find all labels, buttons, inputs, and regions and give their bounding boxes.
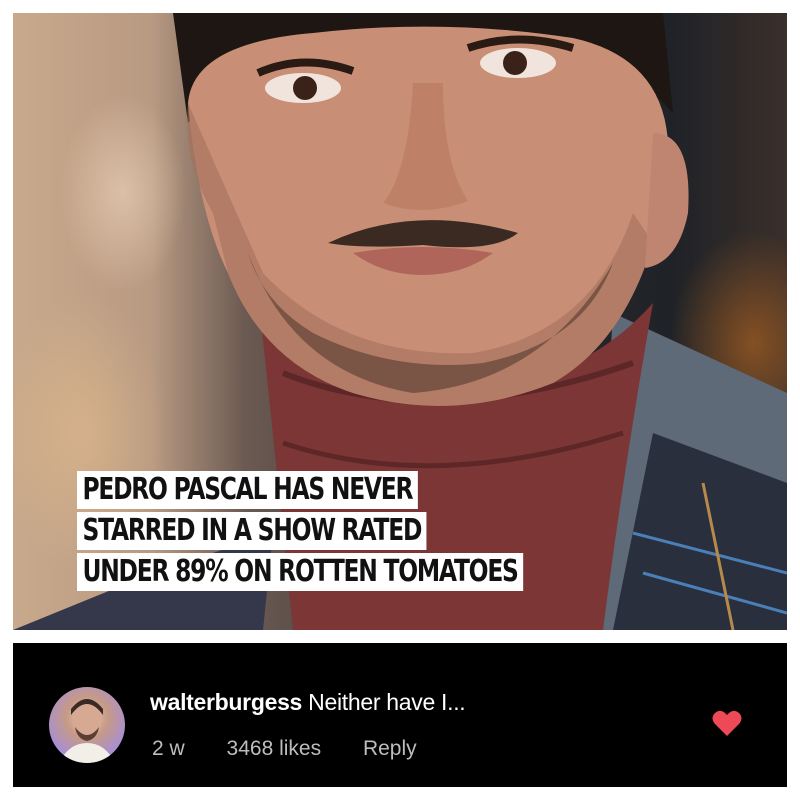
reply-button[interactable]: Reply	[363, 737, 417, 760]
headline: PEDRO PASCAL HAS NEVER STARRED IN A SHOW…	[77, 471, 677, 594]
headline-line: UNDER 89% ON ROTTEN TOMATOES	[77, 553, 524, 591]
headline-line: STARRED IN A SHOW RATED	[77, 512, 427, 550]
avatar-face-icon	[59, 699, 115, 763]
comment-meta: 2 w 3468 likes Reply	[152, 734, 453, 764]
comment-body: Neither have I...	[308, 689, 466, 715]
heart-icon[interactable]	[712, 709, 742, 737]
headline-line: PEDRO PASCAL HAS NEVER	[77, 471, 418, 509]
avatar[interactable]	[49, 687, 125, 763]
comment-username[interactable]: walterburgess	[150, 689, 302, 715]
post-image: PEDRO PASCAL HAS NEVER STARRED IN A SHOW…	[13, 13, 787, 630]
comment-likes[interactable]: 3468 likes	[227, 737, 322, 760]
comment-age: 2 w	[152, 737, 185, 760]
comment-row: walterburgess Neither have I... 2 w 3468…	[13, 643, 787, 787]
comment-text: walterburgess Neither have I...	[150, 687, 466, 717]
